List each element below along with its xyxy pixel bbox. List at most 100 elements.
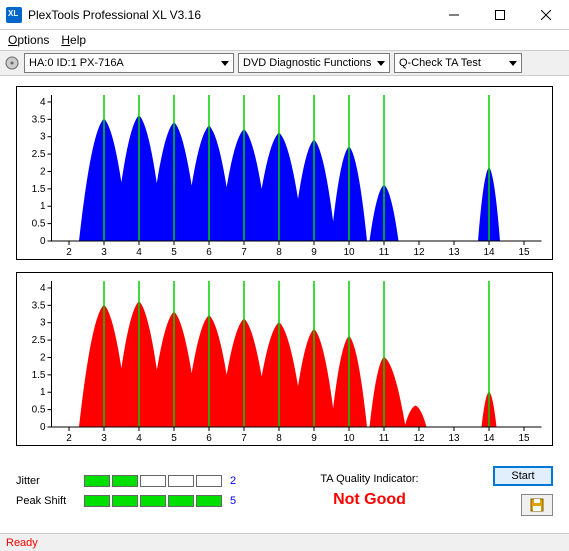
ta-label: TA Quality Indicator: <box>254 473 485 485</box>
bar-segment <box>196 475 222 487</box>
function-select[interactable]: DVD Diagnostic Functions <box>238 53 390 73</box>
svg-text:14: 14 <box>483 433 495 444</box>
svg-text:4: 4 <box>136 433 142 444</box>
peak-label: Peak Shift <box>16 495 76 507</box>
test-select[interactable]: Q-Check TA Test <box>394 53 522 73</box>
svg-text:1: 1 <box>40 201 46 212</box>
svg-text:3.5: 3.5 <box>32 114 46 125</box>
chart-bottom-svg: 00.511.522.533.5423456789101112131415 <box>17 273 552 445</box>
svg-text:2.5: 2.5 <box>32 149 46 160</box>
svg-text:1.5: 1.5 <box>32 370 46 381</box>
status-text: Ready <box>6 537 38 549</box>
svg-text:11: 11 <box>379 247 390 258</box>
svg-text:5: 5 <box>171 247 177 258</box>
svg-text:13: 13 <box>448 247 460 258</box>
svg-text:0.5: 0.5 <box>32 219 46 230</box>
svg-text:7: 7 <box>241 247 247 258</box>
right-buttons: Start <box>493 466 553 516</box>
jitter-value: 2 <box>230 475 246 487</box>
chart-bottom: 00.511.522.533.5423456789101112131415 <box>16 272 553 446</box>
bar-segment <box>84 495 110 507</box>
svg-text:5: 5 <box>171 433 177 444</box>
svg-text:2: 2 <box>40 166 46 177</box>
svg-text:3.5: 3.5 <box>32 300 46 311</box>
close-button[interactable] <box>523 0 569 30</box>
ta-block: TA Quality Indicator: Not Good <box>254 473 485 509</box>
svg-text:9: 9 <box>311 247 317 258</box>
drive-select[interactable]: HA:0 ID:1 PX-716A <box>24 53 234 73</box>
peak-bars <box>84 495 222 507</box>
bar-segment <box>168 475 194 487</box>
svg-text:11: 11 <box>379 433 390 444</box>
svg-text:4: 4 <box>40 283 46 294</box>
svg-text:12: 12 <box>413 247 425 258</box>
svg-text:8: 8 <box>276 433 282 444</box>
svg-text:1: 1 <box>40 387 46 398</box>
bar-segment <box>112 495 138 507</box>
minimize-button[interactable] <box>431 0 477 30</box>
svg-text:0: 0 <box>40 236 46 247</box>
chart-area: 00.511.522.533.5423456789101112131415 00… <box>0 76 569 462</box>
svg-text:6: 6 <box>206 247 212 258</box>
start-button[interactable]: Start <box>493 466 553 486</box>
chart-top: 0 0.5 1 1.5 2 2.5 3 3.5 4 2 3 4 5 6 7 8 9 10 11 12 13 14 15 <box>16 86 553 260</box>
bar-segment <box>196 495 222 507</box>
drive-select-label: HA:0 ID:1 PX-716A <box>29 57 124 69</box>
toolbar: HA:0 ID:1 PX-716A DVD Diagnostic Functio… <box>0 50 569 76</box>
maximize-icon <box>495 10 505 20</box>
svg-text:2.5: 2.5 <box>32 335 46 346</box>
minimize-icon <box>449 10 459 20</box>
save-button[interactable] <box>521 494 553 516</box>
menu-options[interactable]: Options <box>8 33 49 47</box>
svg-text:15: 15 <box>518 247 530 258</box>
svg-text:0: 0 <box>40 422 46 433</box>
svg-text:0.5: 0.5 <box>32 405 46 416</box>
function-select-label: DVD Diagnostic Functions <box>243 57 371 69</box>
svg-text:3: 3 <box>40 318 46 329</box>
window-title: PlexTools Professional XL V3.16 <box>28 8 431 22</box>
ta-value: Not Good <box>254 491 485 509</box>
metrics: Jitter 2 Peak Shift 5 <box>16 475 246 507</box>
menubar: Options Help <box>0 30 569 50</box>
bottom-panel: Jitter 2 Peak Shift 5 TA Quality Indicat… <box>0 462 569 522</box>
peak-row: Peak Shift 5 <box>16 495 246 507</box>
svg-text:10: 10 <box>343 433 355 444</box>
svg-text:3: 3 <box>101 433 107 444</box>
jitter-label: Jitter <box>16 475 76 487</box>
save-icon <box>529 497 545 513</box>
app-icon <box>6 7 22 23</box>
close-icon <box>541 10 551 20</box>
svg-text:10: 10 <box>343 247 355 258</box>
svg-text:2: 2 <box>66 433 72 444</box>
svg-text:15: 15 <box>518 433 530 444</box>
jitter-row: Jitter 2 <box>16 475 246 487</box>
bar-segment <box>112 475 138 487</box>
maximize-button[interactable] <box>477 0 523 30</box>
svg-text:3: 3 <box>40 132 46 143</box>
svg-text:3: 3 <box>101 247 107 258</box>
titlebar: PlexTools Professional XL V3.16 <box>0 0 569 30</box>
svg-text:8: 8 <box>276 247 282 258</box>
bar-segment <box>84 475 110 487</box>
svg-text:4: 4 <box>136 247 142 258</box>
svg-text:7: 7 <box>241 433 247 444</box>
jitter-bars <box>84 475 222 487</box>
svg-text:4: 4 <box>40 97 46 108</box>
drive-icon <box>4 55 20 71</box>
svg-text:12: 12 <box>413 433 425 444</box>
peak-value: 5 <box>230 495 246 507</box>
menu-help[interactable]: Help <box>61 33 86 47</box>
svg-text:1.5: 1.5 <box>32 184 46 195</box>
bar-segment <box>140 495 166 507</box>
window-controls <box>431 0 569 30</box>
statusbar: Ready <box>0 533 569 551</box>
svg-text:9: 9 <box>311 433 317 444</box>
svg-text:6: 6 <box>206 433 212 444</box>
bar-segment <box>140 475 166 487</box>
test-select-label: Q-Check TA Test <box>399 57 481 69</box>
svg-text:2: 2 <box>66 247 72 258</box>
chart-top-svg: 0 0.5 1 1.5 2 2.5 3 3.5 4 2 3 4 5 6 7 8 9 10 11 12 13 14 15 <box>17 87 552 259</box>
bar-segment <box>168 495 194 507</box>
svg-text:13: 13 <box>448 433 460 444</box>
svg-text:14: 14 <box>483 247 495 258</box>
